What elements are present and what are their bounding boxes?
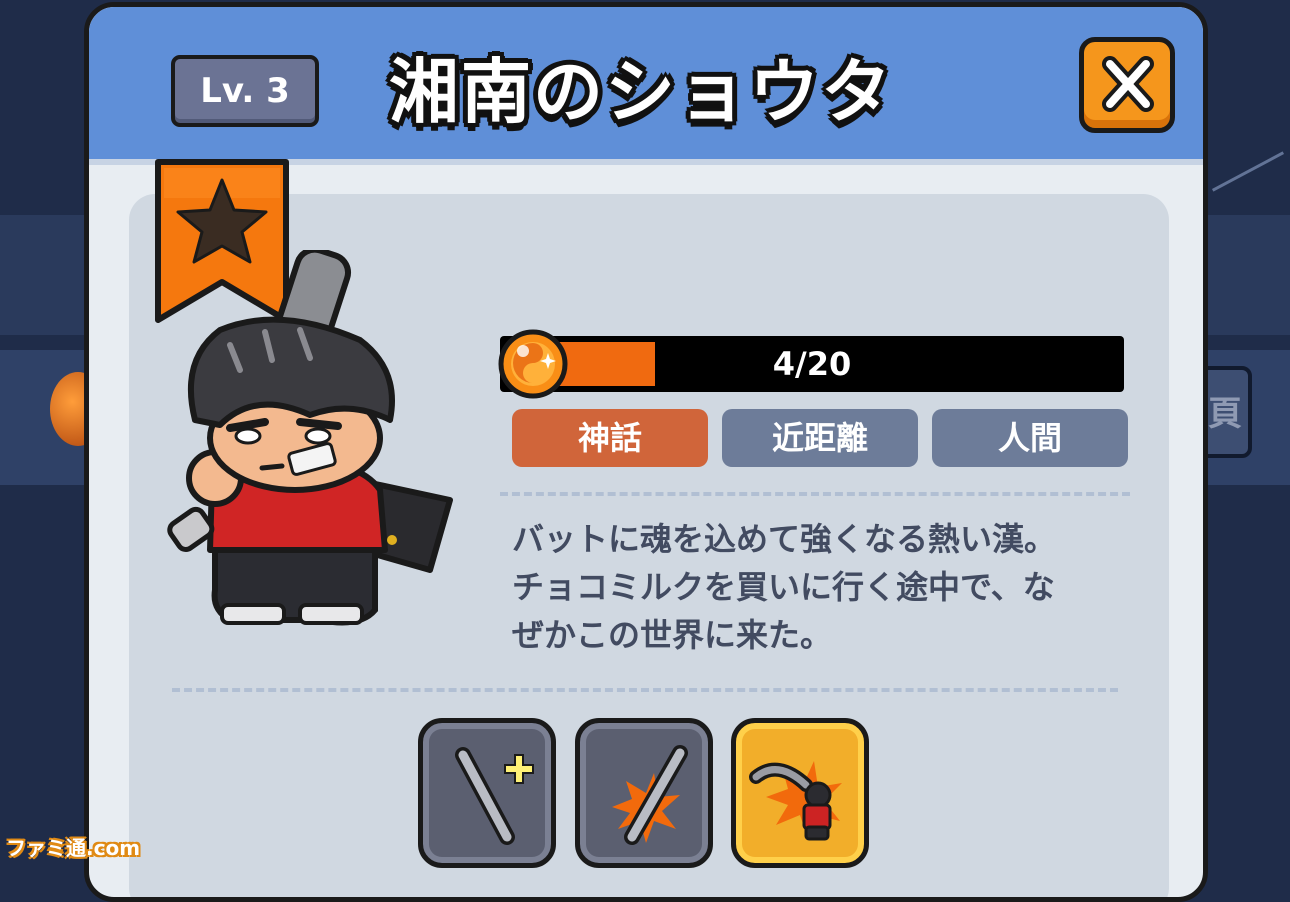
skill-slot-3[interactable] — [731, 718, 869, 868]
rarity-tag: 神話 — [512, 409, 708, 467]
bat-plus-icon — [455, 747, 534, 845]
divider — [500, 492, 1130, 496]
close-button[interactable] — [1079, 37, 1175, 133]
character-description: バットに魂を込めて強くなる熱い漢。 チョコミルクを買いに行く途中で、な ぜかこの… — [512, 515, 1122, 659]
background-streak — [1211, 151, 1285, 192]
progress-label: 4/20 — [772, 345, 852, 383]
description-line: ぜかこの世界に来た。 — [512, 616, 833, 654]
close-x-icon — [1102, 56, 1154, 112]
range-tag: 近距離 — [722, 409, 918, 467]
divider — [172, 688, 1118, 692]
level-badge: Lv. 3 — [171, 55, 319, 127]
modal-header: Lv. 3 湘南のショウタ — [89, 7, 1203, 165]
skill-slot-1[interactable] — [418, 718, 556, 868]
bat-burst-icon — [612, 745, 688, 845]
character-portrait — [167, 250, 453, 626]
swing-attack-icon — [749, 761, 842, 841]
description-line: バットに魂を込めて強くなる熱い漢。 — [512, 520, 1057, 558]
shard-progress: 4/20 — [470, 329, 1124, 399]
description-line: チョコミルクを買いに行く途中で、な — [512, 568, 1055, 606]
dragon-orb-icon — [498, 329, 568, 399]
watermark-logo: ファミ通.com — [6, 836, 141, 860]
race-tag: 人間 — [932, 409, 1128, 467]
character-name: 湘南のショウタ — [389, 51, 893, 133]
skill-slot-2[interactable] — [575, 718, 713, 868]
